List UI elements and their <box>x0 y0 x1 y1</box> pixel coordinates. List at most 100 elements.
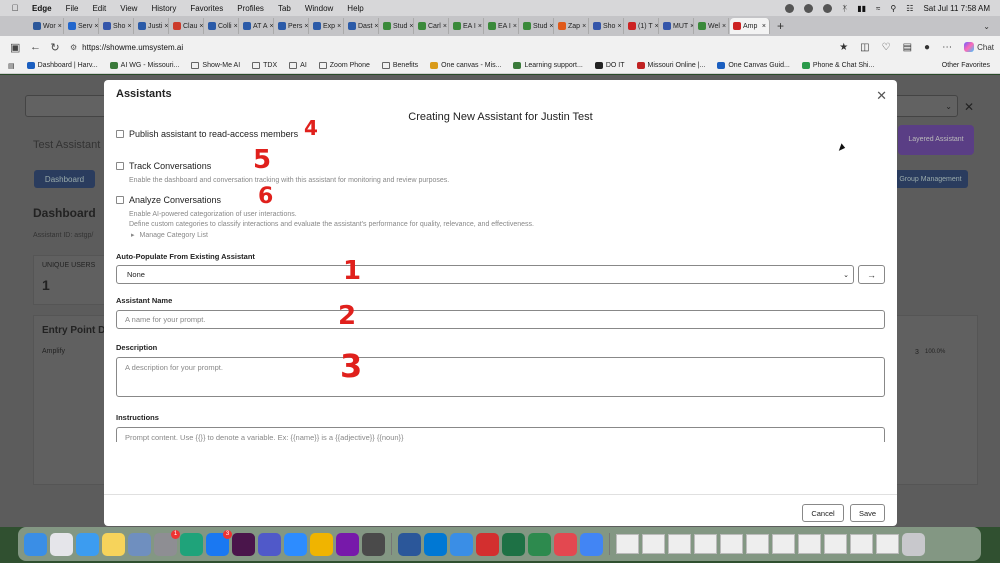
outlook-icon[interactable] <box>424 532 447 556</box>
tab-close-icon[interactable]: × <box>617 23 621 30</box>
recent-document-thumbnail[interactable] <box>642 534 665 554</box>
split-screen-icon[interactable]: ◫ <box>860 42 869 53</box>
trash-icon[interactable] <box>902 532 925 556</box>
app-store-icon[interactable]: 3 <box>206 529 232 556</box>
bookmark-item[interactable]: TDX <box>252 62 277 69</box>
chrome-icon[interactable] <box>580 532 603 556</box>
browser-tab[interactable]: Sho × <box>590 18 624 34</box>
browser-tab[interactable]: Serv × <box>65 18 99 34</box>
browser-tab[interactable]: EA I × <box>450 18 484 34</box>
recent-document-thumbnail[interactable] <box>798 534 821 554</box>
tab-close-icon[interactable]: × <box>94 23 98 30</box>
other-favorites[interactable]: Other Favorites <box>939 62 990 69</box>
favorites-icon[interactable]: ♡ <box>882 42 891 53</box>
menu-history[interactable]: History <box>151 4 176 13</box>
tab-close-icon[interactable]: × <box>164 23 168 30</box>
cancel-button[interactable]: Cancel <box>802 504 844 522</box>
edge-icon[interactable] <box>180 532 203 556</box>
tab-close-icon[interactable]: × <box>690 23 693 30</box>
tab-close-icon[interactable]: × <box>478 23 482 30</box>
tab-close-icon[interactable]: × <box>762 23 766 30</box>
tab-close-icon[interactable]: × <box>722 23 726 30</box>
save-button[interactable]: Save <box>850 504 885 522</box>
tab-close-icon[interactable]: × <box>304 23 308 30</box>
browser-tab[interactable]: Exp × <box>310 18 344 34</box>
menu-tab[interactable]: Tab <box>278 4 291 13</box>
browser-tab[interactable]: Sho × <box>100 18 134 34</box>
tab-close-icon[interactable]: × <box>513 23 517 30</box>
menu-window[interactable]: Window <box>305 4 333 13</box>
bluetooth-icon[interactable]: ᛡ <box>842 4 847 13</box>
track-checkbox-row[interactable]: Track Conversations <box>116 161 211 171</box>
bookmark-item[interactable]: Learning support... <box>513 62 583 69</box>
wifi-icon[interactable]: ≈ <box>876 4 880 13</box>
tab-close-icon[interactable]: × <box>374 23 378 30</box>
site-info-icon[interactable]: ⚙ <box>70 43 77 52</box>
url-field[interactable]: ⚙ https://showme.umsystem.ai <box>70 39 900 55</box>
browser-tab[interactable]: MUT × <box>660 18 694 34</box>
back-icon[interactable]: ← <box>30 41 41 53</box>
browser-tab[interactable]: Wel × <box>695 18 729 34</box>
manage-category-toggle[interactable]: ▸ Manage Category List <box>131 231 208 240</box>
recent-document-thumbnail[interactable] <box>850 534 873 554</box>
browser-tab[interactable]: Wor × <box>30 18 64 34</box>
mail-icon[interactable] <box>450 532 473 556</box>
files-icon[interactable] <box>128 532 151 556</box>
bookmark-item[interactable]: Show-Me AI <box>191 62 240 69</box>
tab-close-icon[interactable]: × <box>58 23 62 30</box>
browser-tab[interactable]: Colli × <box>205 18 239 34</box>
recent-document-thumbnail[interactable] <box>668 534 691 554</box>
auto-populate-select[interactable]: None ⌄ <box>116 265 854 284</box>
menu-clock[interactable]: Sat Jul 11 7:58 AM <box>923 4 990 13</box>
status-icon[interactable] <box>804 3 814 13</box>
bookmark-item[interactable]: Missouri Online |... <box>636 62 705 69</box>
sidebar-toggle-icon[interactable]: ▣ <box>10 41 20 54</box>
bookmark-item[interactable]: One Canvas Guid... <box>717 62 790 69</box>
tab-close-icon[interactable]: × <box>549 23 553 30</box>
copilot-chat-button[interactable]: Chat <box>964 42 994 52</box>
browser-tab[interactable]: Carl × <box>415 18 449 34</box>
recent-document-thumbnail[interactable] <box>694 534 717 554</box>
battery-icon[interactable]: ▮▮ <box>857 4 866 13</box>
excel-icon[interactable] <box>502 532 525 556</box>
browser-tab[interactable]: Stud × <box>380 18 414 34</box>
tab-close-icon[interactable]: × <box>234 23 238 30</box>
profile-avatar-icon[interactable]: ● <box>924 42 930 53</box>
tab-close-icon[interactable]: × <box>270 23 273 30</box>
chrome-canary-icon[interactable] <box>310 532 333 556</box>
reading-list-icon[interactable]: ▤ <box>8 62 15 70</box>
status-icon[interactable] <box>785 3 795 13</box>
menu-file[interactable]: File <box>66 4 79 13</box>
tab-close-icon[interactable]: × <box>655 23 658 30</box>
control-center-icon[interactable]: ☷ <box>906 4 913 13</box>
browser-tab[interactable]: AT A × <box>240 18 274 34</box>
bookmark-item[interactable]: Phone & Chat Shi... <box>801 62 874 69</box>
apple-icon[interactable]:  <box>10 3 20 13</box>
tab-close-icon[interactable]: × <box>127 23 131 30</box>
tab-close-icon[interactable]: × <box>582 23 586 30</box>
tab-list-icon[interactable]: ⌄ <box>983 22 990 31</box>
bookmark-item[interactable]: Zoom Phone <box>318 62 370 69</box>
auto-populate-go-button[interactable]: → <box>858 265 885 284</box>
creative-cloud-icon[interactable] <box>554 532 577 556</box>
screenium-icon[interactable] <box>362 532 385 556</box>
launchpad-icon[interactable] <box>50 532 73 556</box>
menu-edit[interactable]: Edit <box>92 4 106 13</box>
favorite-star-icon[interactable]: ★ <box>839 42 848 53</box>
recent-document-thumbnail[interactable] <box>772 534 795 554</box>
description-input[interactable]: A description for your prompt. <box>116 357 885 397</box>
recent-document-thumbnail[interactable] <box>876 534 899 554</box>
zoom-icon[interactable] <box>284 532 307 556</box>
recent-document-thumbnail[interactable] <box>746 534 769 554</box>
browser-tab[interactable]: Stud × <box>520 18 554 34</box>
bookmark-item[interactable]: AI WG - Missouri... <box>109 62 179 69</box>
finder-icon[interactable] <box>24 532 47 556</box>
browser-tab[interactable]: (1) T × <box>625 18 659 34</box>
bookmark-item[interactable]: AI <box>289 62 307 69</box>
browser-tab[interactable]: Amp × <box>730 18 770 34</box>
bookmark-item[interactable]: One canvas - Mis... <box>430 62 501 69</box>
menu-view[interactable]: View <box>120 4 137 13</box>
tab-close-icon[interactable]: × <box>443 23 447 30</box>
recent-document-thumbnail[interactable] <box>616 534 639 554</box>
acrobat-icon[interactable] <box>476 532 499 556</box>
